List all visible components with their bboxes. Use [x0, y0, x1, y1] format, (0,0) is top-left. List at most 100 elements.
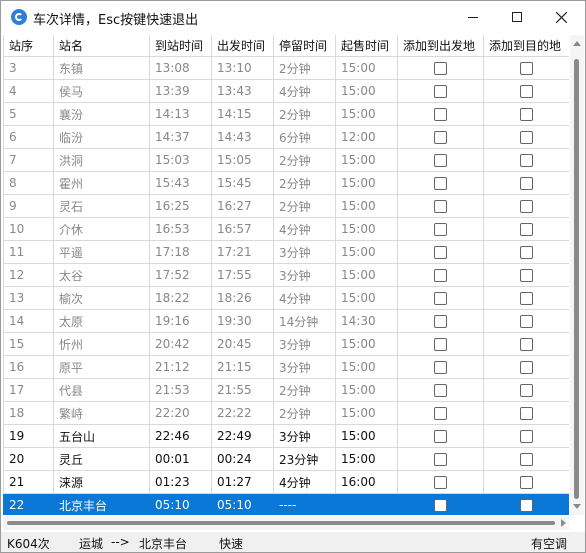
add-to-departure-checkbox[interactable] — [434, 384, 447, 397]
add-to-destination-checkbox[interactable] — [520, 315, 533, 328]
table-row[interactable]: 11 平遥 17:18 17:21 3分钟 15:00 — [3, 240, 569, 264]
add-to-departure-checkbox[interactable] — [434, 223, 447, 236]
table-row[interactable]: 7 洪洞 15:03 15:05 2分钟 15:00 — [3, 148, 569, 172]
cell-depart: 00:24 — [211, 447, 274, 471]
add-to-departure-checkbox[interactable] — [434, 338, 447, 351]
horizontal-scrollbar[interactable] — [3, 516, 569, 530]
add-to-departure-checkbox[interactable] — [434, 108, 447, 121]
cell-checkbox — [397, 102, 484, 126]
table-row[interactable]: 16 原平 21:12 21:15 3分钟 15:00 — [3, 355, 569, 379]
scroll-down-icon[interactable] — [573, 504, 581, 509]
add-to-destination-checkbox[interactable] — [520, 338, 533, 351]
add-to-destination-checkbox[interactable] — [520, 131, 533, 144]
add-to-departure-checkbox[interactable] — [434, 200, 447, 213]
add-to-departure-checkbox[interactable] — [434, 246, 447, 259]
cell-name: 太原 — [53, 309, 150, 333]
table-row[interactable]: 4 侯马 13:39 13:43 4分钟 15:00 — [3, 79, 569, 103]
add-to-departure-checkbox[interactable] — [434, 476, 447, 489]
window-title: 车次详情，Esc按键快速退出 — [33, 13, 199, 28]
cell-arrive: 16:53 — [149, 217, 212, 241]
add-to-destination-checkbox[interactable] — [520, 108, 533, 121]
cell-arrive: 13:39 — [149, 79, 212, 103]
column-header[interactable]: 停留时间 — [273, 35, 336, 57]
add-to-destination-checkbox[interactable] — [520, 453, 533, 466]
vertical-scroll-thumb[interactable] — [574, 59, 579, 499]
column-header[interactable]: 添加到出发地 — [397, 35, 484, 57]
add-to-destination-checkbox[interactable] — [520, 246, 533, 259]
table-row[interactable]: 8 霍州 15:43 15:45 2分钟 15:00 — [3, 171, 569, 195]
cell-arrive: 19:16 — [149, 309, 212, 333]
maximize-button[interactable] — [495, 1, 539, 33]
station-table-container: 站序 站名 到站时间 出发时间 停留时间 起售时间 添加到出发地 添加到目的地 … — [3, 35, 569, 515]
add-to-destination-checkbox[interactable] — [520, 269, 533, 282]
table-row[interactable]: 5 襄汾 14:13 14:15 2分钟 15:00 — [3, 102, 569, 126]
column-header[interactable]: 站序 — [3, 35, 54, 57]
add-to-destination-checkbox[interactable] — [520, 361, 533, 374]
add-to-destination-checkbox[interactable] — [520, 200, 533, 213]
table-row[interactable]: 19 五台山 22:46 22:49 3分钟 15:00 — [3, 424, 569, 448]
column-header[interactable]: 站名 — [53, 35, 150, 57]
cell-checkbox — [397, 470, 484, 494]
table-row[interactable]: 14 太原 19:16 19:30 14分钟 14:30 — [3, 309, 569, 333]
add-to-departure-checkbox[interactable] — [434, 430, 447, 443]
cell-sale: 15:00 — [335, 424, 398, 448]
add-to-destination-checkbox[interactable] — [520, 476, 533, 489]
add-to-destination-checkbox[interactable] — [520, 62, 533, 75]
cell-checkbox — [397, 424, 484, 448]
add-to-departure-checkbox[interactable] — [434, 361, 447, 374]
add-to-departure-checkbox[interactable] — [434, 499, 447, 512]
cell-checkbox — [483, 79, 569, 103]
cell-name: 灵石 — [53, 194, 150, 218]
column-header[interactable]: 到站时间 — [149, 35, 212, 57]
table-row[interactable]: 17 代县 21:53 21:55 2分钟 15:00 — [3, 378, 569, 402]
add-to-departure-checkbox[interactable] — [434, 315, 447, 328]
add-to-departure-checkbox[interactable] — [434, 269, 447, 282]
table-row[interactable]: 9 灵石 16:25 16:27 2分钟 15:00 — [3, 194, 569, 218]
table-row[interactable]: 12 太谷 17:52 17:55 3分钟 15:00 — [3, 263, 569, 287]
cell-stay: 23分钟 — [273, 447, 336, 471]
add-to-destination-checkbox[interactable] — [520, 154, 533, 167]
scroll-right-icon[interactable] — [561, 519, 566, 527]
cell-depart: 22:22 — [211, 401, 274, 425]
cell-stay: 4分钟 — [273, 286, 336, 310]
table-row[interactable]: 6 临汾 14:37 14:43 6分钟 12:00 — [3, 125, 569, 149]
table-row[interactable]: 13 榆次 18:22 18:26 4分钟 15:00 — [3, 286, 569, 310]
add-to-departure-checkbox[interactable] — [434, 131, 447, 144]
cell-seq: 16 — [3, 355, 54, 379]
add-to-departure-checkbox[interactable] — [434, 154, 447, 167]
table-row[interactable]: 22 北京丰台 05:10 05:10 ---- — [3, 493, 569, 515]
column-header[interactable]: 起售时间 — [335, 35, 398, 57]
add-to-departure-checkbox[interactable] — [434, 453, 447, 466]
add-to-destination-checkbox[interactable] — [520, 499, 533, 512]
table-row[interactable]: 15 忻州 20:42 20:45 3分钟 15:00 — [3, 332, 569, 356]
table-row[interactable]: 3 东镇 13:08 13:10 2分钟 15:00 — [3, 56, 569, 80]
cell-checkbox — [397, 447, 484, 471]
add-to-destination-checkbox[interactable] — [520, 223, 533, 236]
add-to-departure-checkbox[interactable] — [434, 62, 447, 75]
scroll-up-icon[interactable] — [573, 41, 581, 46]
add-to-departure-checkbox[interactable] — [434, 177, 447, 190]
minimize-button[interactable] — [451, 1, 495, 33]
table-row[interactable]: 18 繁峙 22:20 22:22 2分钟 15:00 — [3, 401, 569, 425]
add-to-destination-checkbox[interactable] — [520, 407, 533, 420]
vertical-scrollbar[interactable] — [570, 35, 584, 515]
cell-checkbox — [397, 148, 484, 172]
column-header[interactable]: 出发时间 — [211, 35, 274, 57]
add-to-destination-checkbox[interactable] — [520, 177, 533, 190]
add-to-departure-checkbox[interactable] — [434, 407, 447, 420]
table-row[interactable]: 21 涞源 01:23 01:27 4分钟 16:00 — [3, 470, 569, 494]
add-to-destination-checkbox[interactable] — [520, 292, 533, 305]
column-header[interactable]: 添加到目的地 — [483, 35, 569, 57]
add-to-destination-checkbox[interactable] — [520, 384, 533, 397]
cell-checkbox — [483, 470, 569, 494]
cell-name: 原平 — [53, 355, 150, 379]
add-to-destination-checkbox[interactable] — [520, 85, 533, 98]
table-row[interactable]: 20 灵丘 00:01 00:24 23分钟 15:00 — [3, 447, 569, 471]
cell-stay: 2分钟 — [273, 194, 336, 218]
add-to-departure-checkbox[interactable] — [434, 292, 447, 305]
add-to-departure-checkbox[interactable] — [434, 85, 447, 98]
table-row[interactable]: 10 介休 16:53 16:57 4分钟 15:00 — [3, 217, 569, 241]
add-to-destination-checkbox[interactable] — [520, 430, 533, 443]
horizontal-scroll-thumb[interactable] — [7, 521, 555, 525]
close-button[interactable] — [539, 1, 583, 33]
